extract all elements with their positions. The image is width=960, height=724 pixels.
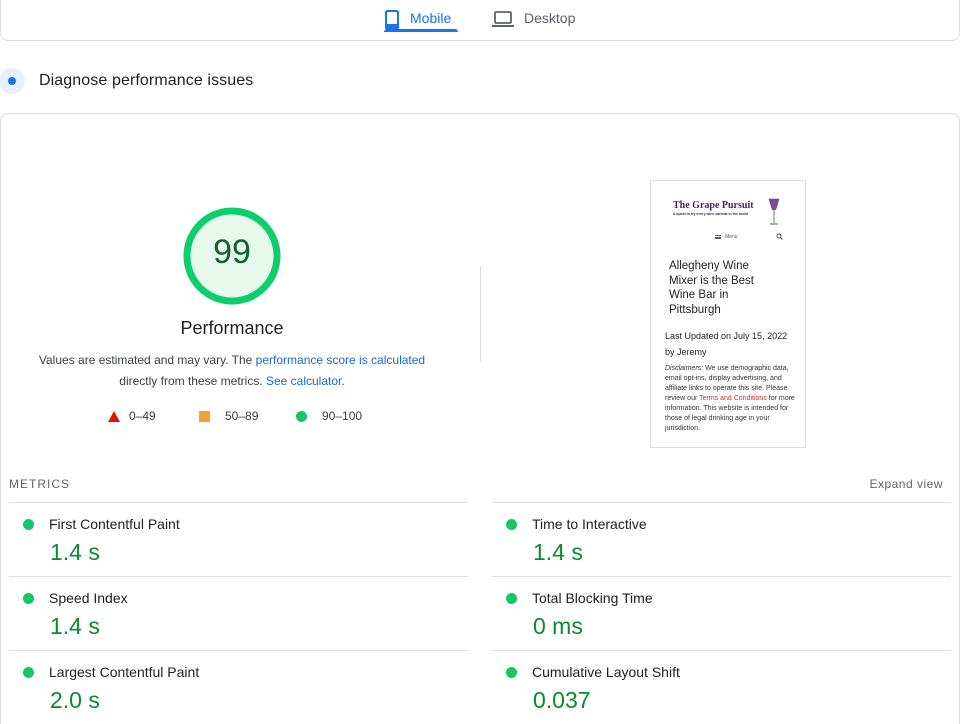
metric-cumulative-layout-shift: Cumulative Layout Shift 0.037 [492, 650, 951, 724]
article-updated: Last Updated on July 15, 2022 by Jeremy [665, 331, 788, 357]
square-icon [199, 410, 210, 422]
legend-pass: 90–100 [296, 409, 362, 423]
metric-value: 2.0 s [50, 687, 100, 713]
legend-average: 50–89 [199, 409, 258, 423]
article-headline: Allegheny Wine Mixer is the Best Wine Ba… [669, 260, 754, 316]
metric-value: 1.4 s [50, 539, 100, 565]
active-tab-indicator [384, 29, 458, 32]
legend-fail-label: 0–49 [129, 409, 156, 423]
see-calculator-link[interactable]: See calculator [266, 374, 341, 388]
final-screenshot[interactable]: The Grape Pursuit A quest to try every w… [650, 180, 806, 448]
disclaimer-label: Disclaimers: [665, 365, 704, 372]
diagnose-title: Diagnose performance issues [39, 72, 254, 89]
metric-largest-contentful-paint: Largest Contentful Paint 2.0 s [9, 650, 468, 724]
metric-name: Total Blocking Time [532, 590, 653, 606]
metric-time-to-interactive: Time to Interactive 1.4 s [492, 502, 951, 576]
pass-circle-icon [23, 593, 34, 604]
desc-text-1: Values are estimated and may vary. The [38, 353, 256, 367]
divider [480, 266, 481, 362]
triangle-icon [108, 410, 120, 422]
wine-glass-icon [768, 198, 780, 225]
metric-value: 1.4 s [533, 539, 583, 565]
metric-name: Speed Index [49, 590, 128, 606]
metric-total-blocking-time: Total Blocking Time 0 ms [492, 576, 951, 650]
diagnose-section-header: Diagnose performance issues [0, 66, 253, 96]
legend-fail: 0–49 [108, 409, 156, 423]
site-brand: The Grape Pursuit [673, 200, 754, 211]
expand-view-toggle[interactable]: Expand view [869, 477, 943, 491]
metric-speed-index: Speed Index 1.4 s [9, 576, 468, 650]
pass-circle-icon [23, 519, 34, 530]
tab-mobile[interactable]: Mobile [384, 0, 458, 42]
circle-icon [296, 410, 307, 422]
site-tagline: A quest to try every wine varietal in th… [673, 212, 749, 216]
pass-circle-icon [23, 667, 34, 678]
performance-score: 99 [213, 233, 251, 271]
metrics-heading: METRICS [9, 477, 70, 491]
metric-value: 1.4 s [50, 613, 100, 639]
site-menu-label: Menu [725, 234, 738, 240]
pass-circle-icon [506, 667, 517, 678]
tab-mobile-label: Mobile [410, 10, 452, 26]
tab-desktop[interactable]: Desktop [492, 0, 575, 42]
smartphone-icon [385, 10, 399, 30]
metric-value: 0 ms [533, 613, 583, 639]
score-calculated-link[interactable]: performance score is calculated [256, 353, 425, 367]
pass-circle-icon [506, 519, 517, 530]
performance-label: Performance [180, 318, 284, 338]
search-icon [776, 233, 783, 240]
desc-text-3: . [341, 374, 345, 388]
metric-name: First Contentful Paint [49, 516, 180, 532]
metric-name: Largest Contentful Paint [49, 664, 200, 680]
metric-name: Time to Interactive [532, 516, 647, 532]
desc-text-2: directly from these metrics. [119, 374, 266, 388]
site-menu: Menu [715, 234, 738, 240]
laptop-icon [492, 11, 514, 27]
hamburger-icon [715, 235, 721, 239]
metric-value: 0.037 [533, 687, 591, 713]
metric-name: Cumulative Layout Shift [532, 664, 680, 680]
tab-desktop-label: Desktop [524, 10, 576, 26]
pass-circle-icon [506, 593, 517, 604]
article-disclaimer: Disclaimers: We use demographic data, em… [665, 364, 795, 434]
performance-description: Values are estimated and may vary. The p… [30, 350, 434, 392]
device-tabs: Mobile Desktop [0, 0, 960, 41]
legend-average-label: 50–89 [225, 409, 259, 423]
terms-link: Terms and Conditions [699, 395, 767, 402]
metric-first-contentful-paint: First Contentful Paint 1.4 s [9, 502, 468, 576]
legend-pass-label: 90–100 [322, 409, 363, 423]
diagnose-icon [0, 68, 25, 94]
